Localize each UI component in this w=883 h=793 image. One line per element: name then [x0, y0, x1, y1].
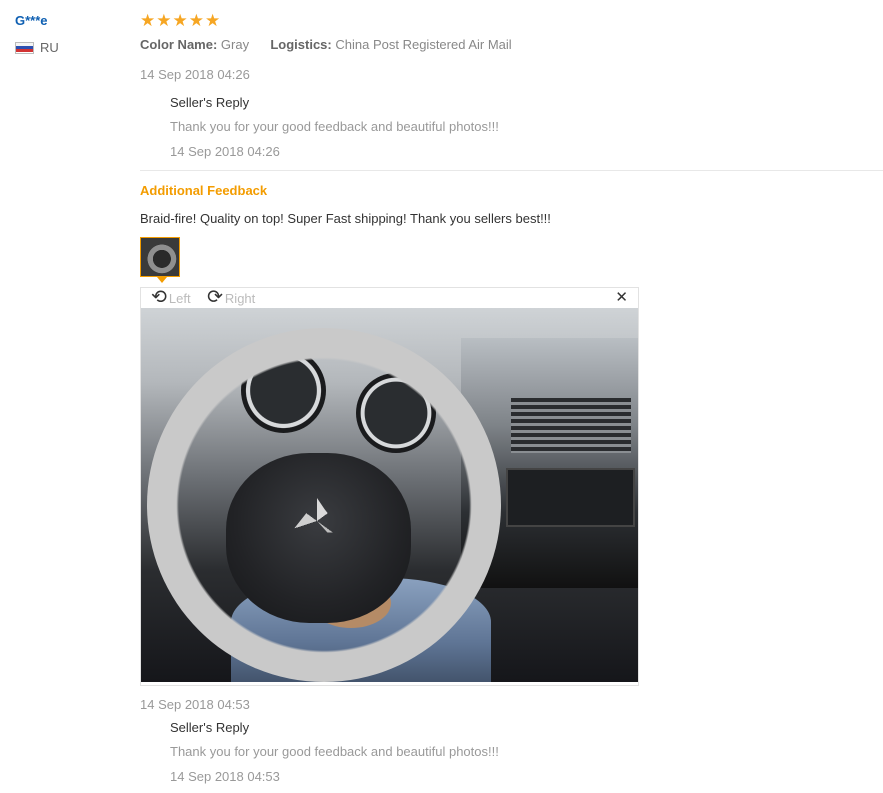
logistics-value: China Post Registered Air Mail: [335, 37, 512, 52]
star-rating: ★ ★ ★ ★ ★: [140, 11, 220, 31]
photo-radio: [506, 468, 635, 527]
star-icon: ★: [188, 11, 204, 30]
color-label: Color Name:: [140, 37, 218, 52]
seller-reply-date-2: 14 Sep 2018 04:53: [170, 769, 280, 784]
close-icon[interactable]: ✕: [615, 290, 628, 306]
seller-reply-title-2: Seller's Reply: [170, 720, 250, 735]
rotate-right-button[interactable]: ⟳ Right: [207, 287, 256, 308]
additional-feedback-date: 14 Sep 2018 04:53: [140, 697, 250, 712]
review-photo: [141, 308, 638, 682]
photo-vent: [511, 398, 631, 453]
reviewer-country: RU: [15, 40, 59, 55]
rotate-left-icon: ⟲: [151, 287, 167, 308]
photo-wheel-hub: [226, 453, 411, 623]
logistics-label: Logistics:: [270, 37, 332, 52]
order-attributes: Color Name: Gray Logistics: China Post R…: [140, 37, 512, 52]
star-icon: ★: [156, 11, 172, 30]
star-icon: ★: [172, 11, 188, 30]
seller-reply-text-2: Thank you for your good feedback and bea…: [170, 744, 499, 759]
rotate-right-icon: ⟳: [207, 287, 223, 308]
feedback-date: 14 Sep 2018 04:26: [140, 67, 250, 82]
country-code: RU: [40, 40, 59, 55]
photo-viewer: ⟲ Left ⟳ Right ✕: [140, 287, 639, 686]
viewer-toolbar: ⟲ Left ⟳ Right ✕: [141, 288, 638, 308]
rotate-left-label: Left: [168, 290, 191, 306]
seller-reply-title: Seller's Reply: [170, 95, 250, 110]
seller-reply-text: Thank you for your good feedback and bea…: [170, 119, 499, 134]
seller-reply-date: 14 Sep 2018 04:26: [170, 144, 280, 159]
reviewer-name[interactable]: G***e: [15, 13, 48, 28]
divider: [140, 170, 883, 171]
photo-thumbnail[interactable]: [140, 237, 180, 277]
additional-feedback-text: Braid-fire! Quality on top! Super Fast s…: [140, 211, 551, 226]
russia-flag-icon: [15, 41, 34, 54]
additional-feedback-title: Additional Feedback: [140, 183, 268, 198]
rotate-left-button[interactable]: ⟲ Left: [151, 287, 191, 308]
star-icon: ★: [140, 11, 156, 30]
rotate-right-label: Right: [224, 290, 256, 306]
color-value: Gray: [220, 37, 250, 52]
star-icon: ★: [205, 11, 221, 30]
thumbnail-pointer: [157, 277, 167, 283]
